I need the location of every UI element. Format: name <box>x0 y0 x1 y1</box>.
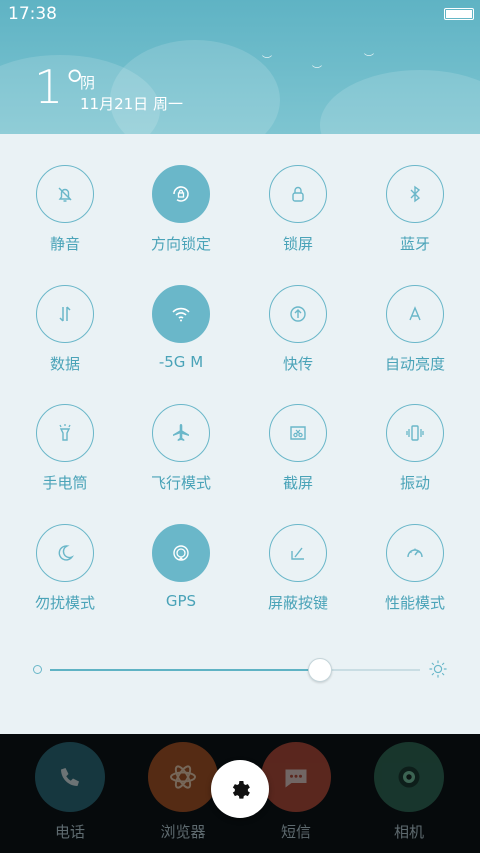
vibrate-icon <box>406 425 424 441</box>
toggle-label: -5G M <box>158 353 204 371</box>
toggle-circle[interactable] <box>269 165 327 223</box>
camera-icon <box>374 742 444 812</box>
weather-condition: 阴 <box>80 74 96 92</box>
date-label: 11月21日 周一 <box>80 95 183 113</box>
toggle-circle[interactable] <box>152 165 210 223</box>
toggle-circle[interactable] <box>36 404 94 462</box>
toggle-tile-3[interactable]: 蓝牙 <box>360 165 470 275</box>
dock-app-label: 短信 <box>280 823 311 841</box>
toggle-tile-15[interactable]: 性能模式 <box>360 524 470 634</box>
toggle-tile-9[interactable]: 飞行模式 <box>126 404 236 514</box>
dock-app-3[interactable]: 相机 <box>373 742 445 842</box>
toggle-tile-4[interactable]: 数据 <box>10 285 120 395</box>
upload-icon <box>290 306 306 322</box>
toggle-tile-5[interactable]: -5G M <box>126 285 236 395</box>
dock-app-2[interactable]: 短信 <box>260 742 332 842</box>
toggle-label: 快传 <box>282 355 313 373</box>
status-time: 17:38 <box>8 4 57 24</box>
settings-button[interactable] <box>211 760 269 818</box>
toggle-label: GPS <box>165 592 197 610</box>
toggle-circle[interactable] <box>36 285 94 343</box>
data-arrows-icon <box>59 306 71 322</box>
airplane-icon <box>173 424 189 441</box>
screenshot-icon <box>290 426 306 440</box>
toggle-label: 蓝牙 <box>399 235 430 253</box>
dock-app-0[interactable]: 电话 <box>34 742 106 842</box>
toggle-circle[interactable] <box>386 165 444 223</box>
toggle-label: 截屏 <box>282 474 313 492</box>
brightness-fill <box>50 669 321 671</box>
browser-atom-icon <box>148 742 218 812</box>
weather-header: 17:38 ︶ ︶ ︶ 1° 阴 11月21日 周一 <box>0 0 480 134</box>
toggle-circle[interactable] <box>152 404 210 462</box>
toggle-circle[interactable] <box>36 165 94 223</box>
status-bar: 17:38 <box>0 0 480 30</box>
toggle-tile-8[interactable]: 手电筒 <box>10 404 120 514</box>
toggle-tile-0[interactable]: 静音 <box>10 165 120 275</box>
toggle-tile-1[interactable]: 方向锁定 <box>126 165 236 275</box>
toggle-circle[interactable] <box>269 285 327 343</box>
bird-decoration: ︶ <box>312 66 322 77</box>
toggle-label: 方向锁定 <box>150 235 211 253</box>
toggle-tile-2[interactable]: 锁屏 <box>243 165 353 275</box>
toggle-tile-11[interactable]: 振动 <box>360 404 470 514</box>
brightness-slider[interactable] <box>50 658 420 682</box>
dock-app-label: 浏览器 <box>160 823 206 841</box>
gear-icon <box>232 780 250 799</box>
flashlight-icon <box>59 424 71 441</box>
brightness-high-icon <box>429 660 447 678</box>
toggle-label: 自动亮度 <box>384 355 445 373</box>
temperature: 1° <box>34 60 87 114</box>
bell-off-icon <box>58 187 72 202</box>
gps-icon <box>173 545 189 561</box>
battery-icon <box>444 8 474 20</box>
toggle-tile-12[interactable]: 勿扰模式 <box>10 524 120 634</box>
quick-settings-panel: 静音 方向锁定 锁屏 蓝牙数据 -5G M 快传 自动亮度手电筒 飞行模式 截屏 振动勿扰模式 GP… <box>0 134 480 734</box>
bird-decoration: ︶ <box>262 56 272 67</box>
toggle-label: 手电筒 <box>42 474 88 492</box>
toggle-circle[interactable] <box>386 404 444 462</box>
wifi-icon <box>172 307 190 322</box>
toggle-circle[interactable] <box>386 285 444 343</box>
message-icon <box>261 742 331 812</box>
toggle-circle[interactable] <box>269 404 327 462</box>
moon-icon <box>58 545 75 561</box>
toggle-tile-13[interactable]: GPS <box>126 524 236 634</box>
toggle-circle[interactable] <box>152 285 210 343</box>
brightness-knob[interactable] <box>308 658 333 682</box>
speedometer-icon <box>407 548 423 558</box>
toggle-label: 勿扰模式 <box>34 594 95 612</box>
lock-icon <box>292 186 304 202</box>
toggle-label: 振动 <box>399 474 430 492</box>
toggle-tile-6[interactable]: 快传 <box>243 285 353 395</box>
block-keys-icon <box>291 547 304 560</box>
dock-app-1[interactable]: 浏览器 <box>147 742 219 842</box>
phone-icon <box>35 742 105 812</box>
toggle-circle[interactable] <box>152 524 210 582</box>
bluetooth-icon <box>410 185 421 203</box>
toggle-label: 锁屏 <box>282 235 313 253</box>
dock-app-label: 相机 <box>393 823 424 841</box>
toggle-circle[interactable] <box>36 524 94 582</box>
brightness-low-icon <box>33 665 42 674</box>
toggle-tile-10[interactable]: 截屏 <box>243 404 353 514</box>
toggle-label: 静音 <box>49 235 80 253</box>
toggle-label: 屏蔽按键 <box>267 594 328 612</box>
toggle-circle[interactable] <box>269 524 327 582</box>
toggle-label: 数据 <box>49 355 80 373</box>
toggle-tile-14[interactable]: 屏蔽按键 <box>243 524 353 634</box>
toggle-label: 飞行模式 <box>150 474 211 492</box>
toggle-label: 性能模式 <box>384 594 445 612</box>
toggle-circle[interactable] <box>386 524 444 582</box>
auto-brightness-icon <box>409 306 421 321</box>
cloud-decoration <box>320 70 480 134</box>
cloud-decoration <box>110 40 280 134</box>
bird-decoration: ︶ <box>364 54 374 65</box>
dock-app-label: 电话 <box>54 823 85 841</box>
toggle-tile-7[interactable]: 自动亮度 <box>360 285 470 395</box>
rotation-lock-icon <box>173 186 189 202</box>
